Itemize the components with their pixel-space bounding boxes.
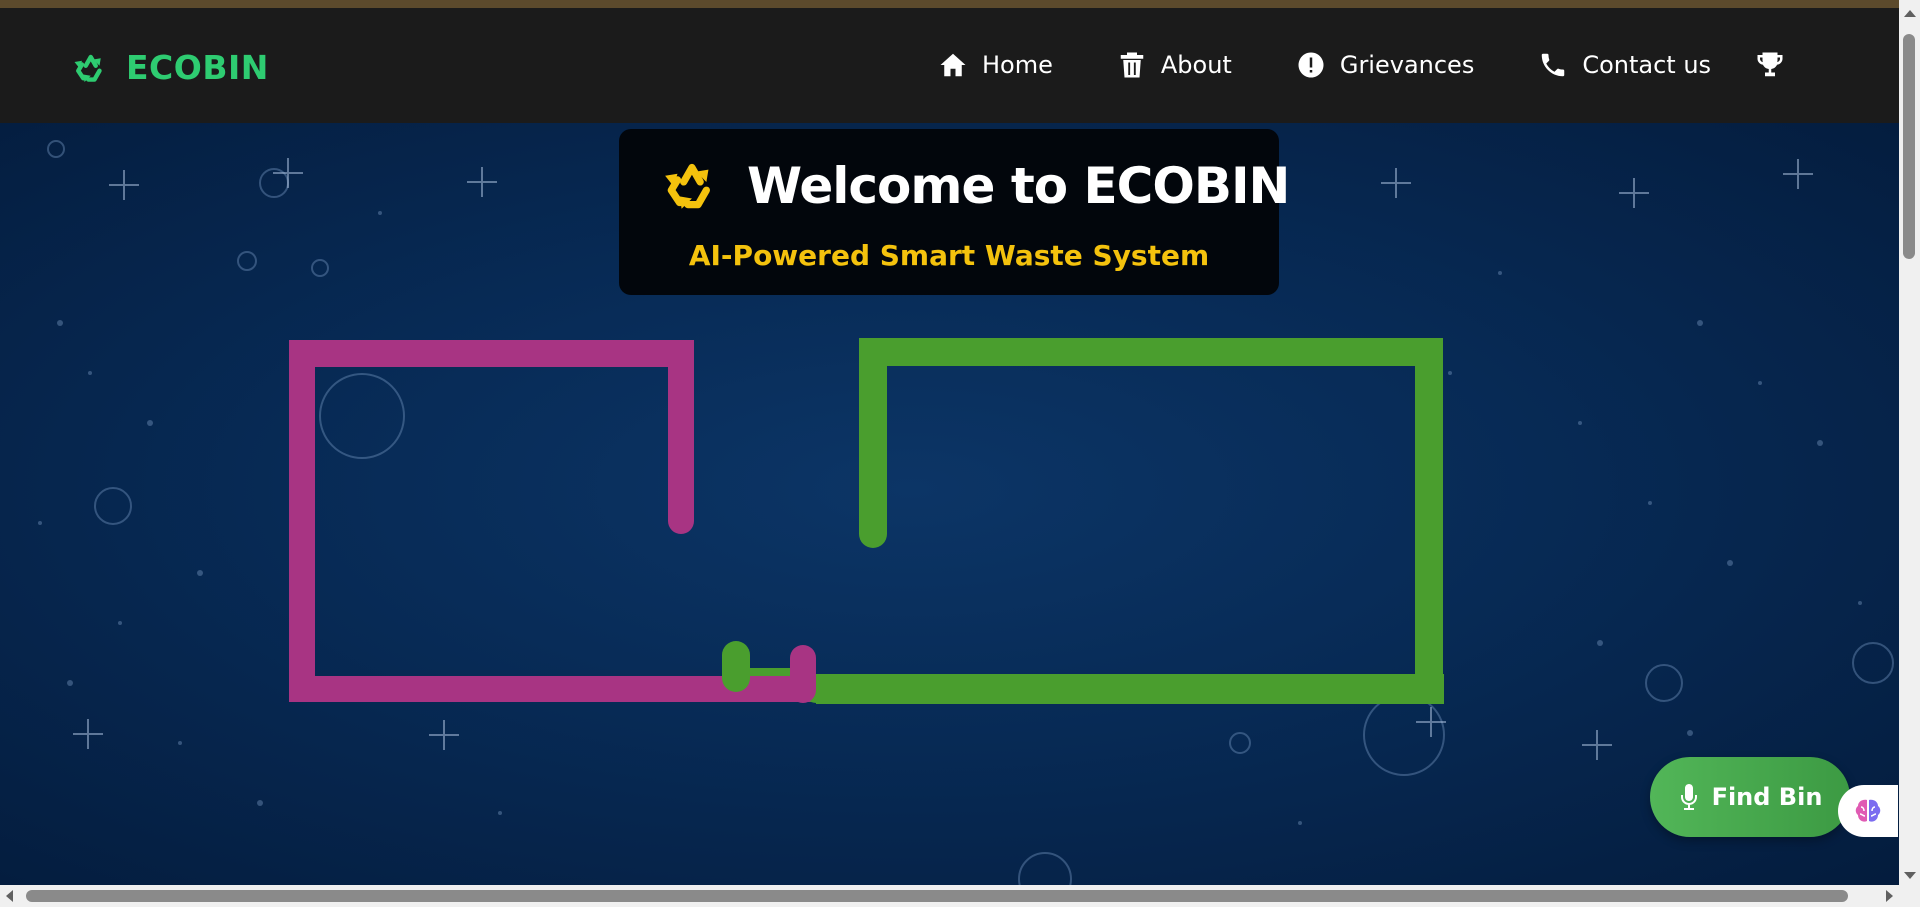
nav-about[interactable]: About (1117, 50, 1232, 80)
nav-home[interactable]: Home (938, 50, 1053, 80)
trash-icon (1120, 52, 1144, 78)
nav-grievances[interactable]: Grievances (1296, 50, 1474, 80)
pink-bin-outline (289, 340, 816, 702)
scroll-up-arrow-icon[interactable] (1904, 10, 1916, 17)
vertical-scroll-thumb[interactable] (1903, 34, 1915, 259)
nav-home-label: Home (982, 51, 1053, 79)
recycle-icon (665, 163, 710, 209)
recycle-icon (74, 54, 102, 82)
window-top-border (0, 0, 1920, 8)
welcome-subtitle: AI-Powered Smart Waste System (688, 239, 1210, 272)
microphone-icon (1680, 784, 1697, 810)
scrollbar-corner (1899, 885, 1920, 907)
nav-grievances-label: Grievances (1339, 51, 1475, 79)
brand-name: ECOBIN (126, 47, 269, 87)
nav-leaderboard[interactable] (1755, 50, 1785, 84)
horizontal-scrollbar[interactable] (0, 885, 1899, 907)
brand-logo[interactable]: ECOBIN (72, 47, 269, 87)
home-icon (940, 53, 966, 77)
find-bin-label: Find Bin (1711, 783, 1823, 811)
welcome-card: Welcome to ECOBIN AI-Powered Smart Waste… (619, 129, 1290, 295)
welcome-title: Welcome to ECOBIN (747, 157, 1290, 215)
find-bin-button[interactable]: Find Bin (1650, 757, 1850, 837)
trophy-icon (1757, 52, 1783, 77)
vertical-scrollbar[interactable] (1899, 0, 1920, 885)
horizontal-scroll-thumb[interactable] (26, 890, 1848, 902)
scroll-left-arrow-icon[interactable] (6, 890, 13, 902)
main-nav: Home About Grievances Contact us (938, 50, 1775, 80)
hero-section: Welcome to ECOBIN AI-Powered Smart Waste… (0, 123, 1899, 885)
navbar: ECOBIN Home About Grievances Contact us (0, 8, 1899, 123)
nav-contact[interactable]: Contact us (1538, 50, 1711, 80)
phone-icon (1542, 53, 1565, 77)
exclamation-circle-icon (1298, 52, 1324, 78)
nav-contact-label: Contact us (1582, 51, 1712, 79)
scroll-right-arrow-icon[interactable] (1886, 890, 1893, 902)
nav-about-label: About (1160, 51, 1232, 79)
green-bin-outline (802, 338, 1443, 703)
ai-assistant-button[interactable] (1838, 785, 1898, 837)
scroll-down-arrow-icon[interactable] (1904, 872, 1916, 879)
brain-icon (1855, 799, 1881, 822)
